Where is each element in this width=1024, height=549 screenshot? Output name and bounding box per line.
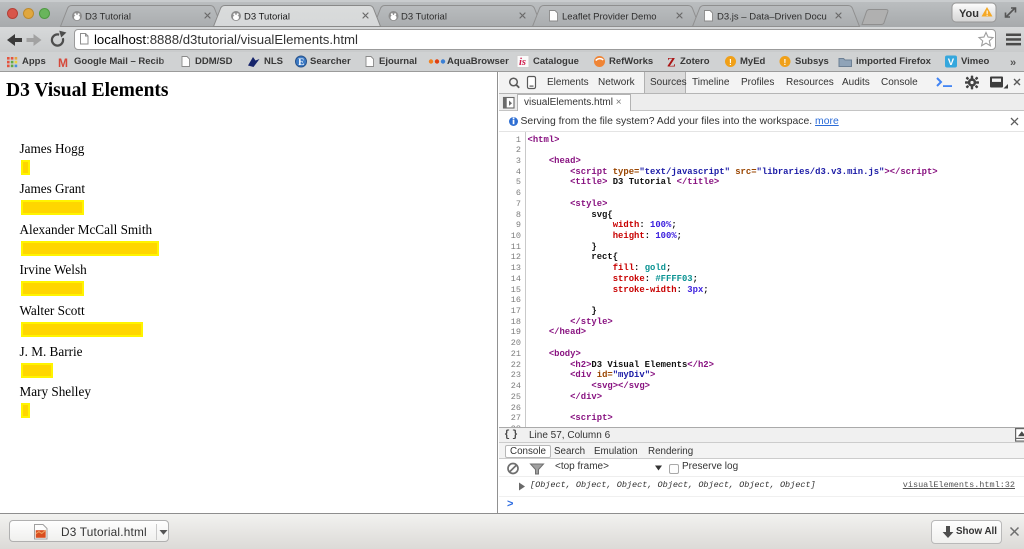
svg-text:!: !: [784, 57, 787, 67]
svg-text:is: is: [519, 57, 526, 68]
svg-text:D3 Tutorial: D3 Tutorial: [244, 12, 290, 23]
svg-text:D3 Tutorial: D3 Tutorial: [85, 12, 131, 23]
svg-text:V: V: [948, 57, 955, 68]
svg-text:!: !: [729, 57, 732, 67]
svg-text:Leaflet Provider Demo: Leaflet Provider Demo: [562, 12, 657, 23]
svg-text:You: You: [959, 8, 979, 20]
svg-text:»: »: [1010, 57, 1016, 69]
svg-text:localhost:8888/d3tutorial/visu: localhost:8888/d3tutorial/visualElements…: [94, 32, 358, 47]
svg-text:E: E: [298, 57, 304, 67]
svg-text:Z: Z: [667, 55, 676, 70]
svg-text:D3.js – Data–Driven Docu: D3.js – Data–Driven Docu: [717, 12, 827, 23]
svg-text:D3 Tutorial: D3 Tutorial: [401, 12, 447, 23]
svg-text:M: M: [58, 56, 68, 70]
